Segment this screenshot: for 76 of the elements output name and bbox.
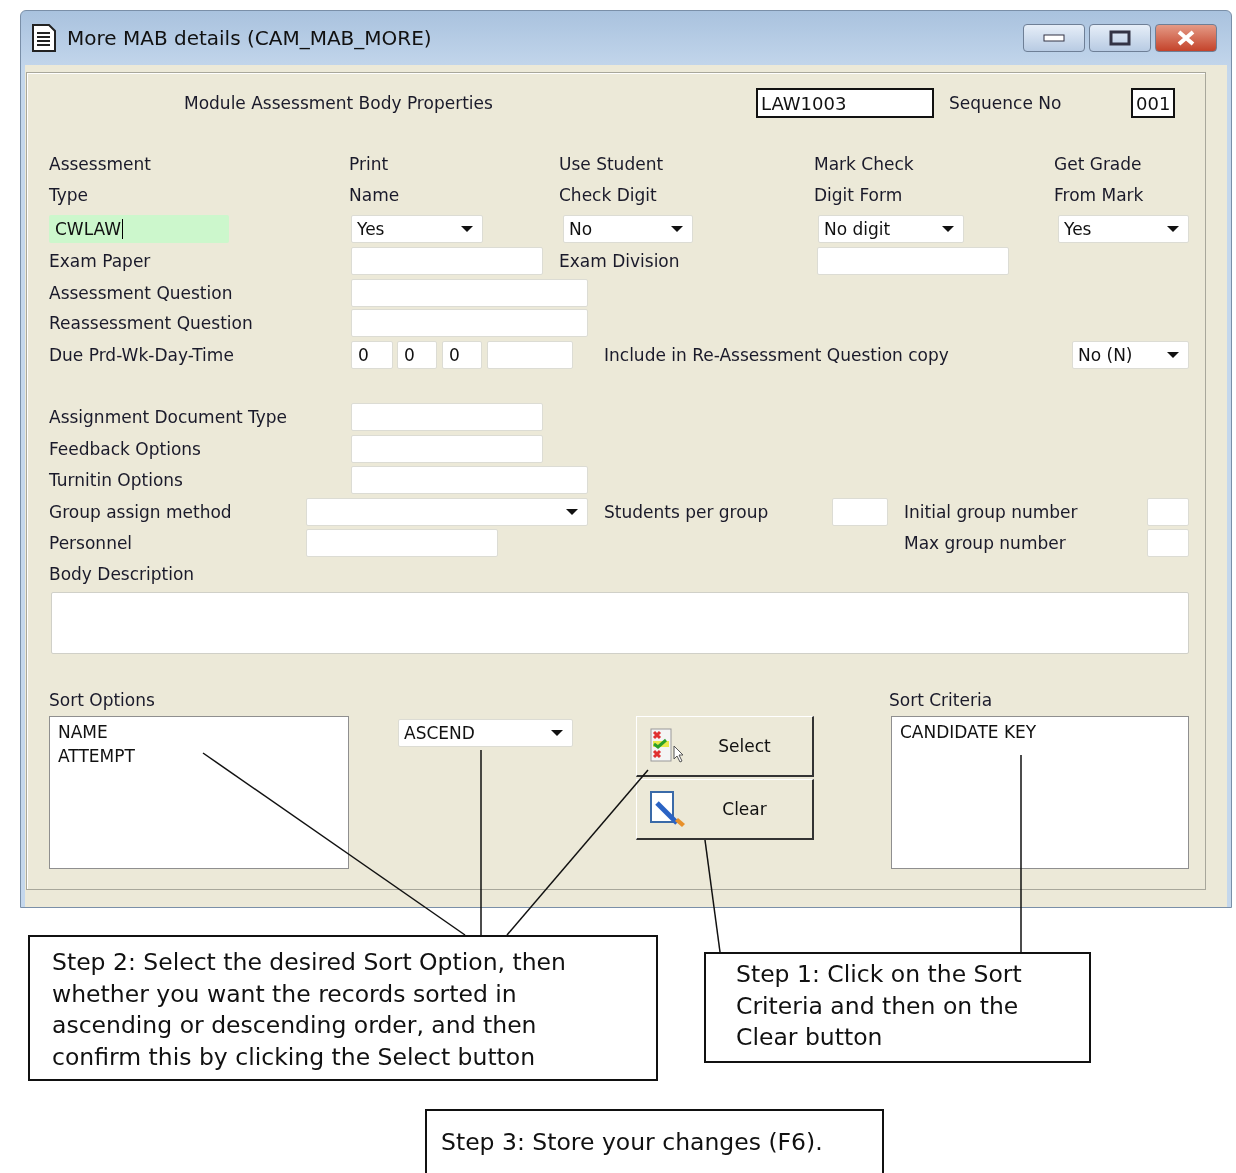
section-title: Module Assessment Body Properties: [184, 94, 493, 112]
field-label: Students per group: [604, 503, 769, 521]
column-heading: Use Student Check Digit: [559, 153, 665, 207]
minimize-button[interactable]: [1023, 24, 1085, 52]
dropdown-arrow-icon: [670, 225, 684, 233]
input-field[interactable]: [306, 529, 498, 557]
input-field[interactable]: [351, 403, 543, 431]
sort-order-dropdown[interactable]: ASCEND: [398, 719, 573, 747]
field-label: Assignment Document Type: [49, 408, 288, 426]
dropdown-arrow-icon: [550, 729, 564, 737]
input-field[interactable]: [351, 279, 588, 307]
column-heading: Get Grade From Mark: [1054, 153, 1145, 207]
close-icon: [1175, 30, 1197, 46]
field-label: Sort Criteria: [889, 691, 993, 709]
dropdown-arrow-icon: [1166, 351, 1180, 359]
select-button[interactable]: Select: [636, 716, 814, 777]
dropdown-arrow-icon: [941, 225, 955, 233]
field-label: Assessment Question: [49, 284, 233, 302]
step-callout: Step 2: Select the desired Sort Option, then whether you want the records sorted in ascending or descending order, and then confirm this by clicking the Select button: [28, 935, 658, 1081]
input-field[interactable]: 0: [351, 341, 393, 369]
column-heading: Print Name: [349, 153, 401, 207]
field-label: Max group number: [904, 534, 1066, 552]
sequence-field[interactable]: 001: [1131, 88, 1175, 118]
field-label: Due Prd-Wk-Day-Time: [49, 346, 234, 364]
input-field[interactable]: [351, 247, 543, 275]
field-label: Initial group number: [904, 503, 1078, 521]
dropdown[interactable]: [306, 498, 588, 526]
document-icon: [31, 24, 57, 52]
input-field[interactable]: [487, 341, 573, 369]
description-field[interactable]: [51, 592, 1189, 654]
input-field[interactable]: [832, 498, 888, 526]
input-field[interactable]: 0: [397, 341, 437, 369]
step-callout: Step 1: Click on the Sort Criteria and then on the Clear button: [704, 952, 1091, 1063]
input-field[interactable]: [351, 466, 588, 494]
dropdown[interactable]: No: [563, 215, 693, 243]
input-field[interactable]: [817, 247, 1009, 275]
field-label: Feedback Options: [49, 440, 201, 458]
dropdown[interactable]: No digit: [818, 215, 964, 243]
field-label: Include in Re-Assessment Question copy: [604, 346, 949, 364]
input-field[interactable]: [351, 435, 543, 463]
input-field[interactable]: [1147, 529, 1189, 557]
module-code-field[interactable]: LAW1003: [756, 88, 934, 118]
input-field[interactable]: [351, 309, 588, 337]
column-heading: Mark Check Digit Form: [814, 153, 915, 207]
dropdown-arrow-icon: [460, 225, 474, 233]
sort-options-list[interactable]: NAME ATTEMPT: [49, 716, 349, 869]
list-item[interactable]: CANDIDATE KEY: [900, 720, 1180, 744]
dropdown[interactable]: Yes: [1058, 215, 1189, 243]
minimize-icon: [1043, 34, 1065, 42]
maximize-button[interactable]: [1089, 24, 1151, 52]
clear-button[interactable]: Clear: [636, 779, 814, 840]
input-field[interactable]: CWLAW: [49, 215, 229, 243]
window-title: More MAB details (CAM_MAB_MORE): [67, 26, 433, 50]
field-label: Sequence No: [949, 94, 1062, 112]
sort-criteria-list[interactable]: CANDIDATE KEY: [891, 716, 1189, 869]
input-field[interactable]: 0: [442, 341, 482, 369]
document-brush-icon: [647, 789, 687, 829]
field-label: Turnitin Options: [49, 471, 183, 489]
list-item[interactable]: NAME: [58, 720, 340, 744]
column-heading: Assessment Type: [49, 153, 152, 207]
list-item[interactable]: ATTEMPT: [58, 744, 340, 768]
maximize-icon: [1109, 30, 1131, 46]
field-label: Reassessment Question: [49, 314, 253, 332]
dropdown-arrow-icon: [1166, 225, 1180, 233]
field-label: Body Description: [49, 565, 195, 583]
field-label: Personnel: [49, 534, 133, 552]
close-button[interactable]: [1155, 24, 1217, 52]
field-label: Sort Options: [49, 691, 155, 709]
field-label: Group assign method: [49, 503, 232, 521]
dropdown[interactable]: No (N): [1072, 341, 1189, 369]
field-label: Exam Division: [559, 252, 680, 270]
field-label: Exam Paper: [49, 252, 151, 270]
input-field[interactable]: [1147, 498, 1189, 526]
step-callout: Step 3: Store your changes (F6).: [425, 1109, 884, 1173]
dropdown[interactable]: Yes: [351, 215, 483, 243]
dropdown-arrow-icon: [565, 508, 579, 516]
